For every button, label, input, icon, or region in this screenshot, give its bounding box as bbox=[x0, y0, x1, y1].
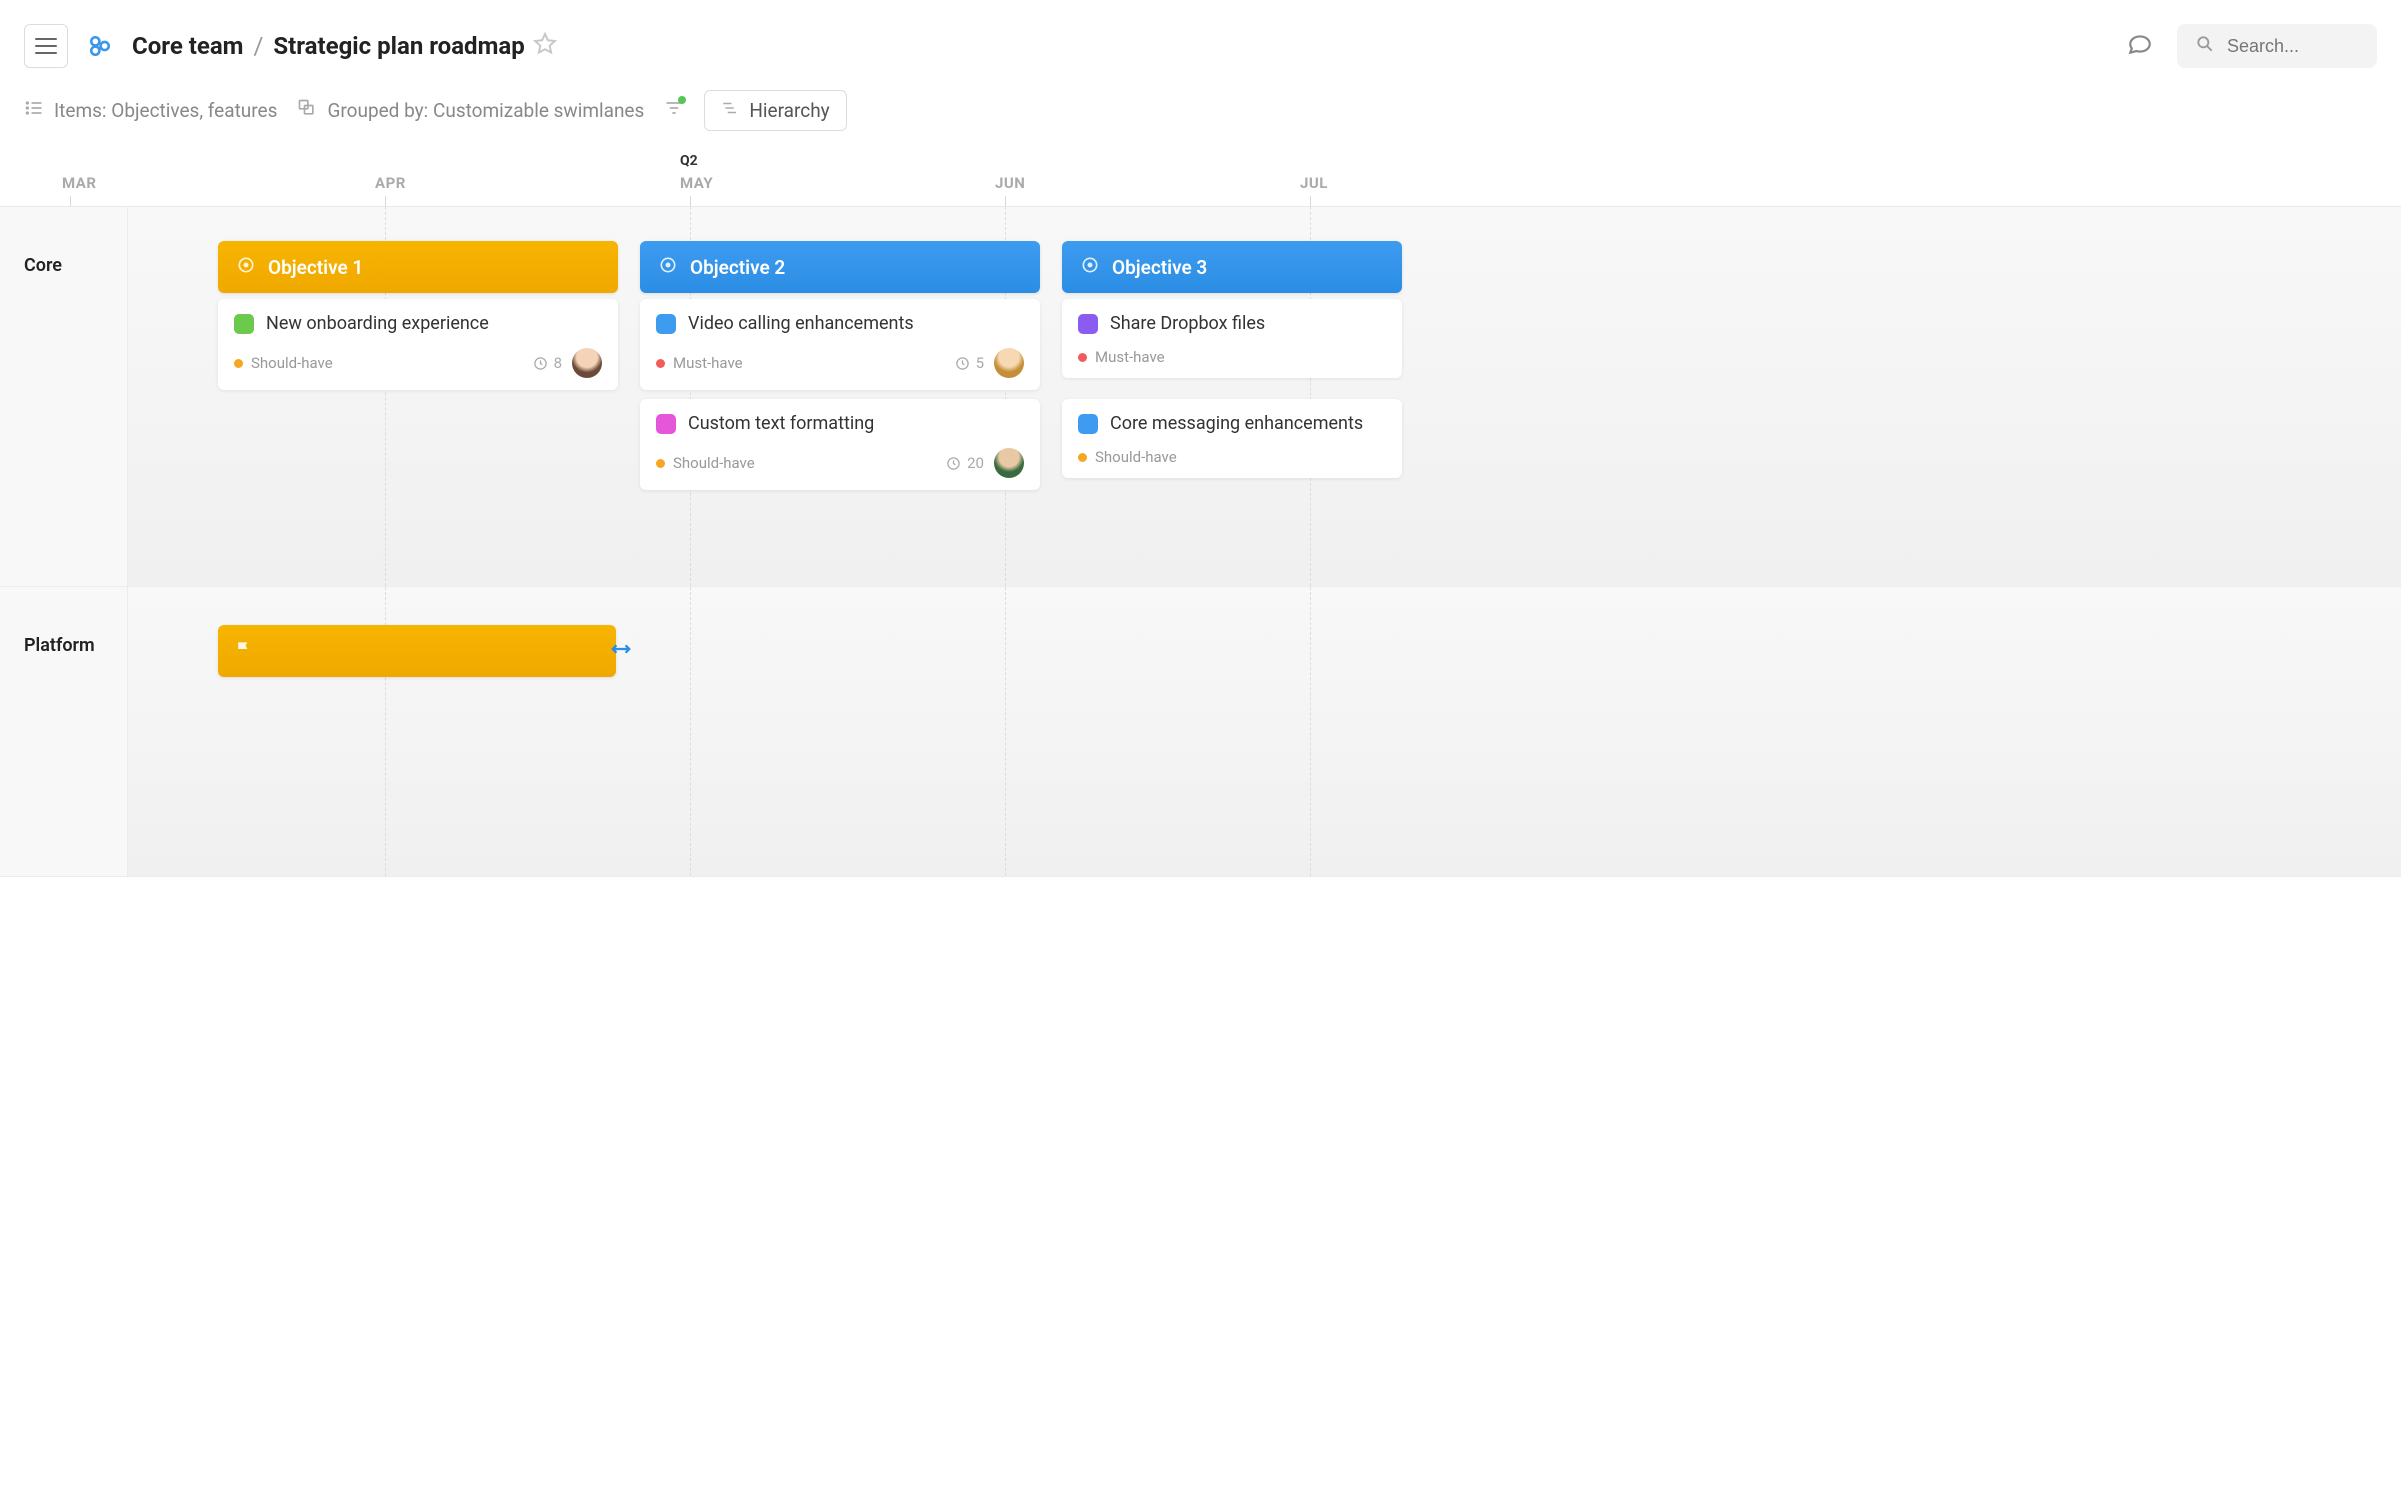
items-label: Items: Objectives, features bbox=[54, 99, 277, 122]
groupby-label: Grouped by: Customizable swimlanes bbox=[327, 99, 644, 122]
card-title: Custom text formatting bbox=[688, 413, 874, 434]
grid-line bbox=[690, 587, 691, 876]
swimlane-label-col: Platform bbox=[0, 587, 128, 876]
card-custom-text[interactable]: Custom text formatting Should-have 20 bbox=[640, 399, 1040, 490]
priority-dot bbox=[656, 459, 665, 468]
target-icon bbox=[658, 255, 678, 280]
groupby-filter[interactable]: Grouped by: Customizable swimlanes bbox=[297, 98, 644, 123]
clock-icon bbox=[955, 356, 970, 371]
hierarchy-label: Hierarchy bbox=[749, 99, 829, 122]
card-core-messaging[interactable]: Core messaging enhancements Should-have bbox=[1062, 399, 1402, 478]
breadcrumb-team[interactable]: Core team bbox=[132, 32, 243, 60]
header: Core team / Strategic plan roadmap bbox=[0, 0, 2401, 80]
swimlane-platform: Platform bbox=[0, 587, 2401, 877]
hierarchy-icon bbox=[721, 99, 739, 122]
objective-bar-2[interactable]: Objective 2 bbox=[640, 241, 1040, 293]
timeline-quarter: Q2 bbox=[680, 153, 698, 169]
comments-icon[interactable] bbox=[2127, 31, 2153, 61]
star-icon[interactable] bbox=[533, 32, 557, 60]
card-priority: Must-have bbox=[1078, 348, 1165, 366]
swimlane-container: Core Objective 1 New onboarding experien… bbox=[0, 207, 2401, 877]
objective-label: Objective 3 bbox=[1112, 256, 1207, 279]
card-effort: 5 bbox=[955, 354, 984, 372]
group-icon bbox=[297, 98, 317, 123]
card-color-dot bbox=[656, 414, 676, 434]
timeline-tick bbox=[1005, 196, 1006, 206]
card-effort: 8 bbox=[533, 354, 562, 372]
card-color-dot bbox=[1078, 414, 1098, 434]
resize-horizontal-icon[interactable] bbox=[610, 638, 632, 664]
timeline-month-jul: JUL bbox=[1300, 174, 1328, 192]
filter-active-indicator bbox=[678, 96, 686, 104]
objective-bar-1[interactable]: Objective 1 bbox=[218, 241, 618, 293]
items-filter[interactable]: Items: Objectives, features bbox=[24, 98, 277, 123]
timeline-tick bbox=[1310, 196, 1311, 206]
draggable-objective-bar[interactable] bbox=[218, 625, 616, 677]
card-title: New onboarding experience bbox=[266, 313, 489, 334]
grid-line bbox=[1005, 587, 1006, 876]
timeline-tick bbox=[385, 196, 386, 206]
card-title: Core messaging enhancements bbox=[1110, 413, 1363, 434]
card-priority: Should-have bbox=[1078, 448, 1177, 466]
target-icon bbox=[1080, 255, 1100, 280]
search-input[interactable] bbox=[2227, 36, 2359, 57]
priority-dot bbox=[1078, 353, 1087, 362]
priority-dot bbox=[234, 359, 243, 368]
app-logo-icon[interactable] bbox=[86, 32, 114, 60]
target-icon bbox=[236, 255, 256, 280]
card-effort: 20 bbox=[946, 454, 984, 472]
breadcrumb-separator: / bbox=[253, 32, 263, 60]
card-priority: Should-have bbox=[234, 354, 333, 372]
timeline-month-apr: APR bbox=[375, 174, 406, 192]
card-color-dot bbox=[1078, 314, 1098, 334]
card-priority: Must-have bbox=[656, 354, 743, 372]
avatar[interactable] bbox=[572, 348, 602, 378]
breadcrumb: Core team / Strategic plan roadmap bbox=[132, 32, 2109, 60]
swimlane-core: Core Objective 1 New onboarding experien… bbox=[0, 207, 2401, 587]
objective-label: Objective 1 bbox=[268, 256, 363, 279]
search-box[interactable] bbox=[2177, 24, 2377, 68]
timeline-tick bbox=[690, 196, 691, 206]
card-new-onboarding[interactable]: New onboarding experience Should-have 8 bbox=[218, 299, 618, 390]
card-color-dot bbox=[234, 314, 254, 334]
breadcrumb-page[interactable]: Strategic plan roadmap bbox=[273, 32, 524, 60]
card-share-dropbox[interactable]: Share Dropbox files Must-have bbox=[1062, 299, 1402, 378]
flag-icon bbox=[234, 639, 254, 663]
timeline-month-jun: JUN bbox=[995, 174, 1025, 192]
card-priority: Should-have bbox=[656, 454, 755, 472]
objective-label: Objective 2 bbox=[690, 256, 785, 279]
timeline-month-mar: MAR bbox=[62, 174, 96, 192]
filter-button[interactable] bbox=[664, 98, 684, 123]
swimlane-label: Platform bbox=[24, 635, 95, 656]
avatar[interactable] bbox=[994, 448, 1024, 478]
search-icon bbox=[2195, 34, 2215, 58]
swimlane-label-col: Core bbox=[0, 207, 128, 586]
list-icon bbox=[24, 98, 44, 123]
priority-dot bbox=[1078, 453, 1087, 462]
objective-bar-3[interactable]: Objective 3 bbox=[1062, 241, 1402, 293]
card-video-calling[interactable]: Video calling enhancements Must-have 5 bbox=[640, 299, 1040, 390]
timeline-month-may: MAY bbox=[680, 174, 713, 192]
clock-icon bbox=[946, 456, 961, 471]
card-color-dot bbox=[656, 314, 676, 334]
toolbar: Items: Objectives, features Grouped by: … bbox=[0, 80, 2401, 151]
grid-line bbox=[1310, 587, 1311, 876]
timeline-tick bbox=[70, 196, 71, 206]
hierarchy-button[interactable]: Hierarchy bbox=[704, 90, 846, 131]
swimlane-label: Core bbox=[24, 255, 62, 276]
timeline-header: Q2 MAR APR MAY JUN JUL bbox=[0, 151, 2401, 207]
menu-button[interactable] bbox=[24, 24, 68, 68]
avatar[interactable] bbox=[994, 348, 1024, 378]
priority-dot bbox=[656, 359, 665, 368]
card-title: Video calling enhancements bbox=[688, 313, 914, 334]
clock-icon bbox=[533, 356, 548, 371]
card-title: Share Dropbox files bbox=[1110, 313, 1265, 334]
hamburger-icon bbox=[35, 38, 57, 54]
